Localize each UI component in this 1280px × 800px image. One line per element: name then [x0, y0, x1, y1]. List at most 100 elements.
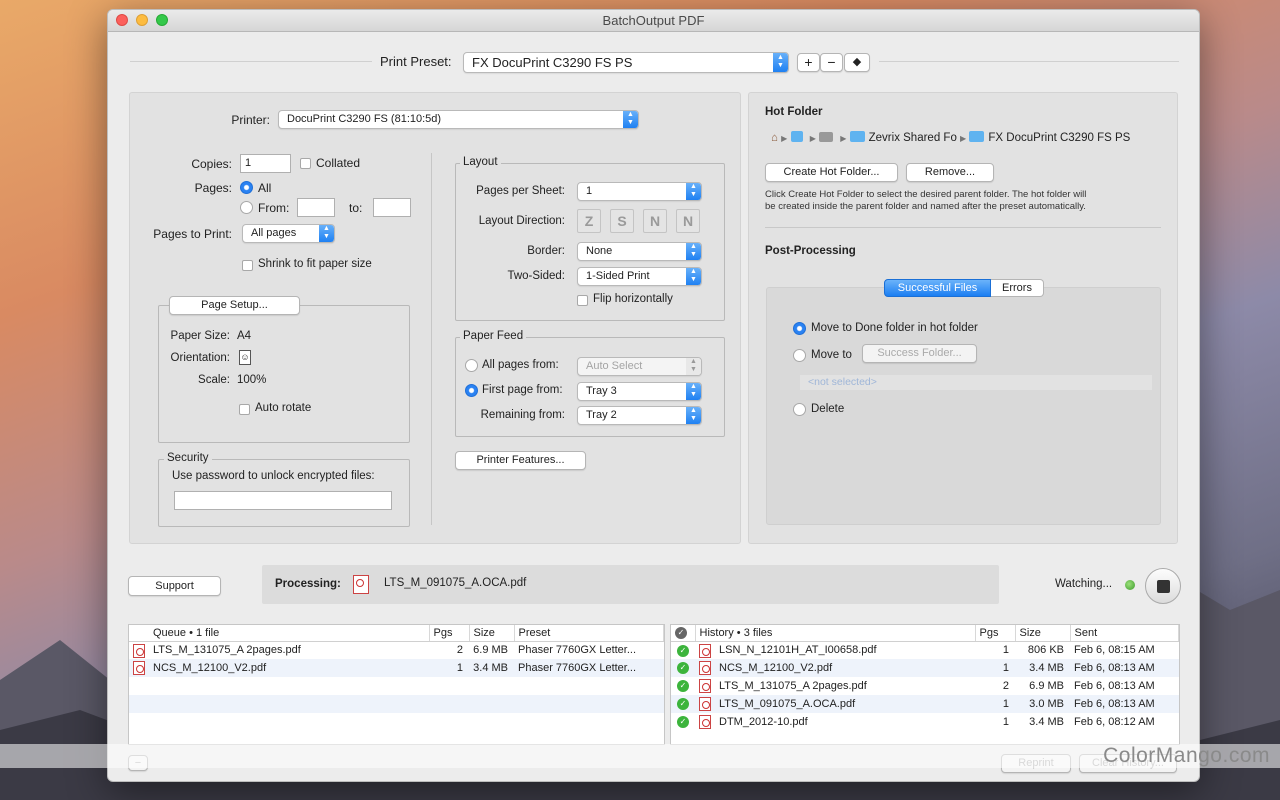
post-processing-tabs: Successful Files Errors	[884, 279, 1044, 297]
shrink-checkbox[interactable]	[242, 260, 253, 271]
table-row[interactable]: NCS_M_12100_V2.pdf 1 3.4 MB Phaser 7760G…	[129, 659, 664, 677]
pages-to-field[interactable]	[373, 198, 411, 217]
file-size: 3.4 MB	[1029, 716, 1064, 728]
paper-feed-title: Paper Feed	[460, 330, 527, 342]
table-row[interactable]: ✓ DTM_2012-10.pdf 1 3.4 MB Feb 6, 08:12 …	[671, 713, 1179, 731]
delete-radio[interactable]	[793, 403, 806, 416]
table-row[interactable]: ✓ NCS_M_12100_V2.pdf 1 3.4 MB Feb 6, 08:…	[671, 659, 1179, 677]
history-header-pgs[interactable]: Pgs	[975, 625, 1016, 642]
layout-direction-n-reverse-button[interactable]: N	[676, 209, 700, 233]
security-label: Use password to unlock encrypted files:	[172, 470, 375, 482]
create-hot-folder-button[interactable]: Create Hot Folder...	[765, 163, 898, 182]
file-name: LTS_M_131075_A 2pages.pdf	[719, 680, 867, 692]
first-page-from-radio[interactable]	[465, 384, 478, 397]
paper-size-label: Paper Size:	[170, 330, 230, 342]
file-pages: 1	[975, 659, 1015, 677]
queue-header-pgs[interactable]: Pgs	[429, 625, 470, 642]
file-name: DTM_2012-10.pdf	[719, 716, 808, 728]
layout-direction-s-button[interactable]: S	[610, 209, 634, 233]
first-page-from-label: First page from:	[482, 384, 563, 396]
auto-rotate-label: Auto rotate	[255, 402, 312, 414]
pages-from-radio[interactable]	[240, 201, 253, 214]
two-sided-select[interactable]: 1-Sided Print ▲ ▼	[577, 267, 702, 286]
first-page-from-select[interactable]: Tray 3 ▲ ▼	[577, 382, 702, 401]
hot-folder-panel: Hot Folder ⌂ ▶ ▶ ▶ Zevrix Shared Fo ▶ FX…	[748, 92, 1178, 544]
close-window-button[interactable]	[116, 14, 128, 26]
file-pages: 1	[1002, 644, 1009, 657]
path-segment[interactable]: FX DocuPrint C3290 FS PS	[988, 132, 1130, 144]
auto-rotate-checkbox[interactable]	[239, 404, 250, 415]
queue-header-name[interactable]: Queue • 1 file	[129, 625, 430, 642]
processing-file: LTS_M_091075_A.OCA.pdf	[384, 577, 527, 589]
flip-horizontally-checkbox[interactable]	[577, 295, 588, 306]
history-header-status[interactable]: ✓	[671, 625, 696, 642]
print-settings-panel: Printer: DocuPrint C3290 FS (81:10:5d) ▲…	[129, 92, 741, 544]
password-field[interactable]	[174, 491, 392, 510]
tab-errors[interactable]: Errors	[991, 279, 1044, 297]
tab-successful-files[interactable]: Successful Files	[884, 279, 991, 297]
success-check-icon: ✓	[677, 662, 689, 674]
drive-icon	[819, 132, 834, 142]
pages-from-label: From:	[258, 201, 290, 215]
pages-to-label: to:	[349, 201, 363, 215]
remove-hot-folder-button[interactable]: Remove...	[906, 163, 994, 182]
chevron-updown-icon: ▲ ▼	[686, 183, 701, 200]
chevron-updown-icon: ▲ ▼	[686, 268, 701, 285]
pages-all-radio[interactable]	[240, 181, 253, 194]
add-preset-button[interactable]: +	[797, 53, 820, 72]
all-pages-from-value: Auto Select	[586, 360, 643, 372]
all-pages-from-radio[interactable]	[465, 359, 478, 372]
history-header-size[interactable]: Size	[1015, 625, 1071, 642]
printer-select[interactable]: DocuPrint C3290 FS (81:10:5d) ▲ ▼	[278, 110, 639, 129]
table-row[interactable]: LTS_M_131075_A 2pages.pdf 2 6.9 MB Phase…	[129, 641, 664, 659]
queue-header-size[interactable]: Size	[469, 625, 515, 642]
tag-preset-button[interactable]: ◆	[844, 53, 870, 72]
print-preset-select[interactable]: FX DocuPrint C3290 FS PS ▲ ▼	[463, 52, 789, 73]
history-table: ✓ History • 3 files Pgs Size Sent ✓ LSN_…	[671, 625, 1179, 731]
move-done-radio[interactable]	[793, 322, 806, 335]
remaining-from-value: Tray 2	[586, 409, 617, 421]
zoom-window-button[interactable]	[156, 14, 168, 26]
file-size: 3.0 MB	[1015, 695, 1070, 713]
file-pages: 1	[429, 659, 469, 677]
support-button[interactable]: Support	[128, 576, 221, 596]
layout-direction-n-button[interactable]: N	[643, 209, 667, 233]
border-label: Border:	[527, 245, 565, 257]
pages-per-sheet-select[interactable]: 1 ▲ ▼	[577, 182, 702, 201]
page-setup-button[interactable]: Page Setup...	[169, 296, 300, 315]
table-row[interactable]: ✓ LTS_M_131075_A 2pages.pdf 2 6.9 MB Feb…	[671, 677, 1179, 695]
move-to-radio[interactable]	[793, 349, 806, 362]
stop-button[interactable]	[1145, 568, 1181, 604]
pdf-icon	[699, 643, 711, 658]
queue-header-preset[interactable]: Preset	[514, 625, 664, 642]
history-header-name[interactable]: History • 3 files	[695, 625, 976, 642]
border-select[interactable]: None ▲ ▼	[577, 242, 702, 261]
remove-preset-button[interactable]: −	[820, 53, 843, 72]
printer-features-button[interactable]: Printer Features...	[455, 451, 586, 470]
chevron-updown-icon: ▲ ▼	[686, 383, 701, 400]
pages-per-sheet-value: 1	[586, 185, 593, 197]
table-row	[129, 713, 664, 731]
file-size: 806 KB	[1027, 644, 1064, 657]
pages-from-field[interactable]	[297, 198, 335, 217]
all-pages-from-select[interactable]: Auto Select ▲ ▼	[577, 357, 702, 376]
success-folder-button[interactable]: Success Folder...	[862, 344, 977, 363]
remaining-from-select[interactable]: Tray 2 ▲ ▼	[577, 406, 702, 425]
folder-icon	[790, 131, 803, 142]
path-segment[interactable]: Zevrix Shared Fo	[869, 132, 957, 144]
history-header-sent[interactable]: Sent	[1070, 625, 1179, 642]
pages-to-print-select[interactable]: All pages ▲ ▼	[242, 224, 335, 243]
file-size: 3.4 MB	[1015, 659, 1070, 677]
success-check-icon: ✓	[677, 698, 689, 710]
minimize-window-button[interactable]	[136, 14, 148, 26]
collated-checkbox[interactable]	[300, 158, 311, 169]
table-row[interactable]: ✓ LTS_M_091075_A.OCA.pdf 1 3.0 MB Feb 6,…	[671, 695, 1179, 713]
table-row[interactable]: ✓ LSN_N_12101H_AT_I00658.pdf 1 806 KB Fe…	[671, 641, 1179, 659]
printer-value: DocuPrint C3290 FS (81:10:5d)	[287, 113, 442, 125]
file-pages: 2	[1002, 680, 1009, 692]
success-check-icon: ✓	[677, 644, 689, 657]
copies-field[interactable]: 1	[240, 154, 291, 173]
layout-direction-z-button[interactable]: Z	[577, 209, 601, 233]
file-size: 6.9 MB	[473, 644, 508, 657]
batchoutput-window: BatchOutput PDF Print Preset: FX DocuPri…	[107, 9, 1200, 782]
